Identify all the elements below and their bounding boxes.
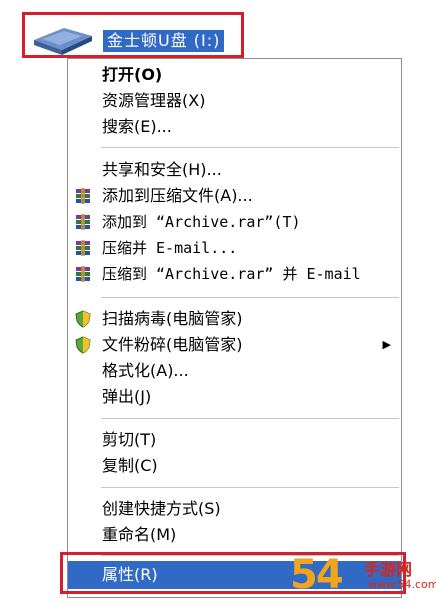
menu-item-explorer[interactable]: 资源管理器(X) bbox=[68, 88, 401, 114]
submenu-arrow-icon: ▶ bbox=[382, 338, 391, 351]
shield-icon bbox=[75, 336, 91, 354]
menu-item-open[interactable]: 打开(O) bbox=[68, 62, 401, 88]
menu-item-label: 添加到 “Archive.rar”(T) bbox=[102, 213, 301, 231]
menu-item-sharing-security[interactable]: 共享和安全(H)... bbox=[68, 157, 401, 183]
menu-separator bbox=[101, 147, 399, 148]
menu-item-label: 创建快捷方式(S) bbox=[102, 499, 221, 518]
menu-item-cut[interactable]: 剪切(T) bbox=[68, 427, 401, 453]
menu-item-label: 剪切(T) bbox=[102, 430, 157, 449]
menu-separator bbox=[101, 297, 399, 298]
watermark-name: 手游网 bbox=[364, 560, 413, 579]
menu-item-label: 格式化(A)... bbox=[102, 361, 189, 380]
menu-item-file-shred[interactable]: 文件粉碎(电脑管家) ▶ bbox=[68, 332, 401, 358]
menu-item-create-shortcut[interactable]: 创建快捷方式(S) bbox=[68, 496, 401, 522]
menu-item-label: 扫描病毒(电脑管家) bbox=[102, 309, 243, 328]
menu-item-scan-virus[interactable]: 扫描病毒(电脑管家) bbox=[68, 306, 401, 332]
menu-item-compress-rar-email[interactable]: 压缩到 “Archive.rar” 并 E-mail bbox=[68, 261, 401, 287]
menu-item-label: 资源管理器(X) bbox=[102, 91, 206, 110]
menu-item-add-to-archive-rar[interactable]: 添加到 “Archive.rar”(T) bbox=[68, 209, 401, 235]
drive-label[interactable]: 金士顿U盘 (I:) bbox=[103, 30, 225, 52]
context-menu: 打开(O) 资源管理器(X) 搜索(E)... 共享和安全(H)... 添加到压… bbox=[67, 58, 402, 598]
watermark-number: 54 bbox=[290, 552, 344, 598]
winrar-icon bbox=[76, 266, 90, 282]
menu-item-compress-email[interactable]: 压缩并 E-mail... bbox=[68, 235, 401, 261]
watermark-logo: 54 手游网 www.54.com.cn bbox=[290, 548, 436, 602]
menu-item-label: 压缩到 “Archive.rar” 并 E-mail bbox=[102, 265, 361, 283]
menu-item-label: 共享和安全(H)... bbox=[102, 160, 222, 179]
menu-separator bbox=[101, 418, 399, 419]
menu-item-label: 弹出(J) bbox=[102, 387, 152, 406]
menu-item-label: 压缩并 E-mail... bbox=[102, 239, 238, 257]
menu-item-label: 文件粉碎(电脑管家) bbox=[102, 335, 243, 354]
menu-item-copy[interactable]: 复制(C) bbox=[68, 453, 401, 479]
winrar-icon bbox=[76, 240, 90, 256]
menu-item-label: 重命名(M) bbox=[102, 525, 177, 544]
menu-item-rename[interactable]: 重命名(M) bbox=[68, 522, 401, 548]
removable-drive-icon[interactable] bbox=[30, 22, 96, 56]
winrar-icon bbox=[76, 214, 90, 230]
menu-item-label: 添加到压缩文件(A)... bbox=[102, 186, 253, 205]
watermark-url: www.54.com.cn bbox=[368, 578, 436, 591]
shield-icon bbox=[75, 310, 91, 328]
menu-separator bbox=[101, 487, 399, 488]
menu-item-search[interactable]: 搜索(E)... bbox=[68, 114, 401, 140]
menu-item-label: 打开(O) bbox=[102, 65, 163, 84]
menu-item-add-to-archive[interactable]: 添加到压缩文件(A)... bbox=[68, 183, 401, 209]
menu-item-eject[interactable]: 弹出(J) bbox=[68, 384, 401, 410]
winrar-icon bbox=[76, 188, 90, 204]
menu-item-format[interactable]: 格式化(A)... bbox=[68, 358, 401, 384]
menu-item-label: 复制(C) bbox=[102, 456, 158, 475]
menu-item-label: 搜索(E)... bbox=[102, 117, 172, 136]
